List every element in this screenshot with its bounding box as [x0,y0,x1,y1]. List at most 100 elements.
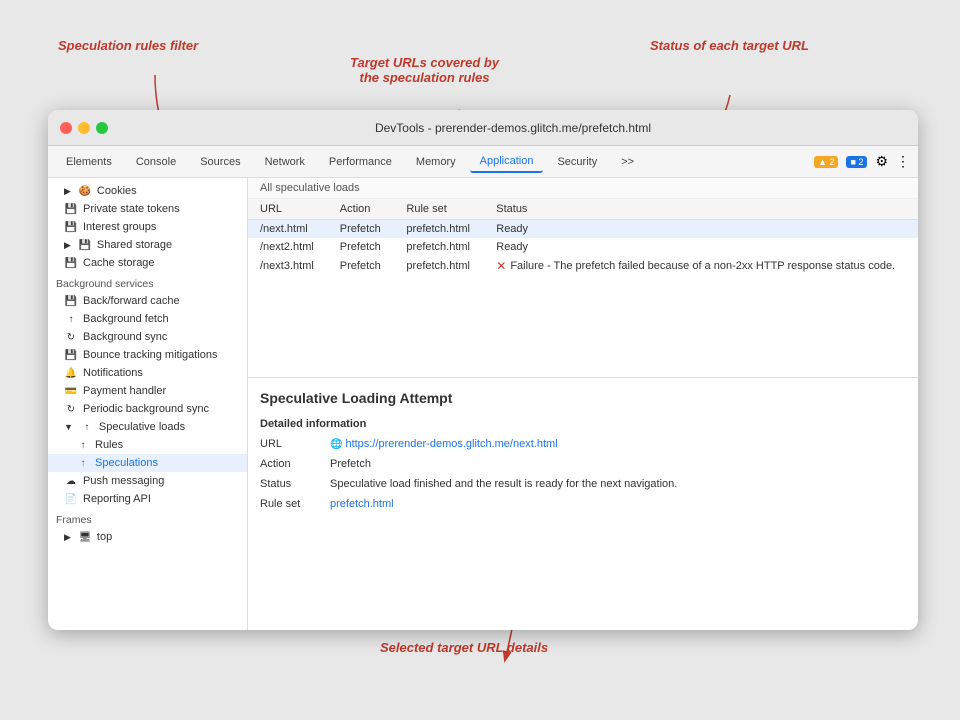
devtools-toolbar: Elements Console Sources Network Perform… [48,146,918,178]
cell-action: Prefetch [328,238,395,256]
sidebar-item-notifications[interactable]: 🔔 Notifications [48,364,247,382]
tab-console[interactable]: Console [126,152,186,172]
cell-ruleset: prefetch.html [394,238,484,256]
col-status: Status [484,199,918,220]
sidebar-item-speculative-loads[interactable]: ▼ ↑ Speculative loads [48,418,247,436]
detail-ruleset-value: prefetch.html [330,498,394,510]
table-row[interactable]: /next3.htmlPrefetchprefetch.html✕ Failur… [248,256,918,276]
sidebar-item-rules[interactable]: ↑ Rules [48,436,247,454]
periodic-sync-icon: ↻ [64,404,78,415]
sidebar-item-bounce-tracking[interactable]: 💾 Bounce tracking mitigations [48,346,247,364]
sidebar-item-interest-groups[interactable]: 💾 Interest groups [48,218,247,236]
detail-action-label: Action [260,458,330,470]
cell-url: /next2.html [248,238,328,256]
detail-row-ruleset: Rule set prefetch.html [260,498,906,510]
sidebar-item-back-forward-cache[interactable]: 💾 Back/forward cache [48,292,247,310]
cell-action: Prefetch [328,220,395,239]
tab-elements[interactable]: Elements [56,152,122,172]
cookies-icon: 🍪 [78,186,92,197]
cell-status: Ready [484,238,918,256]
more-menu-icon[interactable]: ⋮ [896,153,910,170]
speculative-icon: ↑ [80,422,94,433]
detail-ruleset-label: Rule set [260,498,330,510]
minimize-button[interactable] [78,122,90,134]
annotation-details: Selected target URL details [380,640,548,655]
info-badge: ■ 2 [846,156,867,168]
speculative-loads-table-area: All speculative loads URL Action Rule se… [248,178,918,378]
detail-title: Speculative Loading Attempt [260,390,906,406]
sidebar-item-cache-storage[interactable]: 💾 Cache storage [48,254,247,272]
cell-status: ✕ Failure - The prefetch failed because … [484,256,918,276]
tab-application[interactable]: Application [470,151,544,173]
sidebar-item-private-state-tokens[interactable]: 💾 Private state tokens [48,200,247,218]
tab-performance[interactable]: Performance [319,152,402,172]
sidebar-item-periodic-bg-sync[interactable]: ↻ Periodic background sync [48,400,247,418]
sidebar-item-shared-storage[interactable]: ▶ 💾 Shared storage [48,236,247,254]
tab-memory[interactable]: Memory [406,152,466,172]
detail-row-action: Action Prefetch [260,458,906,470]
fetch-icon: ↑ [64,314,78,325]
sidebar-item-background-fetch[interactable]: ↑ Background fetch [48,310,247,328]
sidebar: ▶ 🍪 Cookies 💾 Private state tokens 💾 Int… [48,178,248,630]
sidebar-item-background-sync[interactable]: ↻ Selected target URL details Background… [48,328,247,346]
rules-icon: ↑ [76,440,90,451]
maximize-button[interactable] [96,122,108,134]
arrow-icon: ▶ [64,240,71,251]
tab-sources[interactable]: Sources [190,152,250,172]
main-content: ▶ 🍪 Cookies 💾 Private state tokens 💾 Int… [48,178,918,630]
detail-status-value: Speculative load finished and the result… [330,478,677,490]
cell-url: /next3.html [248,256,328,276]
table-header-row: URL Action Rule set Status [248,199,918,220]
col-url: URL [248,199,328,220]
detail-section-title: Detailed information [260,418,906,430]
globe-icon: 🌐 [330,439,342,450]
storage-icon: 💾 [64,204,78,215]
payment-icon: 💳 [64,386,78,397]
sidebar-item-reporting-api[interactable]: 📄 Reporting API [48,490,247,508]
cell-ruleset: prefetch.html [394,220,484,239]
detail-panel: Speculative Loading Attempt Detailed inf… [248,378,918,630]
tab-network[interactable]: Network [255,152,315,172]
close-button[interactable] [60,122,72,134]
cache-icon: 💾 [64,296,78,307]
url-link[interactable]: 🌐 https://prerender-demos.glitch.me/next… [330,438,558,450]
all-speculative-loads-header: All speculative loads [248,178,918,199]
sidebar-item-speculations[interactable]: ↑ Speculations [48,454,247,472]
cell-action: Prefetch [328,256,395,276]
right-panel: All speculative loads URL Action Rule se… [248,178,918,630]
browser-window: DevTools - prerender-demos.glitch.me/pre… [48,110,918,630]
arrow-icon: ▶ [64,186,71,197]
ruleset-link[interactable]: prefetch.html [330,498,394,510]
shared-storage-icon: 💾 [78,240,92,251]
tab-security[interactable]: Security [547,152,607,172]
toolbar-icons: ▲ 2 ■ 2 ⚙ ⋮ [814,153,910,170]
speculative-loads-table: URL Action Rule set Status /next.htmlPre… [248,199,918,276]
notifications-icon: 🔔 [64,368,78,379]
table-row[interactable]: /next.htmlPrefetchprefetch.htmlReady [248,220,918,239]
detail-url-value: 🌐 https://prerender-demos.glitch.me/next… [330,438,558,450]
gear-icon[interactable]: ⚙ [875,153,888,170]
detail-url-label: URL [260,438,330,450]
sync-icon: ↻ [64,332,78,343]
push-icon: ☁ [64,476,78,487]
title-bar: DevTools - prerender-demos.glitch.me/pre… [48,110,918,146]
cell-status: Ready [484,220,918,239]
bounce-icon: 💾 [64,350,78,361]
sidebar-item-payment-handler[interactable]: 💳 Payment handler [48,382,247,400]
detail-row-status: Status Speculative load finished and the… [260,478,906,490]
annotation-status: Status of each target URL [650,38,809,53]
table-row[interactable]: /next2.htmlPrefetchprefetch.htmlReady [248,238,918,256]
col-action: Action [328,199,395,220]
traffic-lights [60,122,108,134]
tab-more[interactable]: >> [611,152,644,172]
error-icon: ✕ [496,259,506,273]
frame-arrow-icon: ▶ [64,532,71,543]
sidebar-item-push-messaging[interactable]: ☁ Push messaging [48,472,247,490]
sidebar-item-frames-top[interactable]: ▶ 🖥 top [48,528,247,546]
annotation-speculation-filter: Speculation rules filter [58,38,198,53]
sidebar-item-cookies[interactable]: ▶ 🍪 Cookies [48,182,247,200]
frames-label: Frames [48,508,247,528]
reporting-icon: 📄 [64,494,78,505]
warning-badge: ▲ 2 [814,156,838,168]
speculations-icon: ↑ [76,458,90,469]
